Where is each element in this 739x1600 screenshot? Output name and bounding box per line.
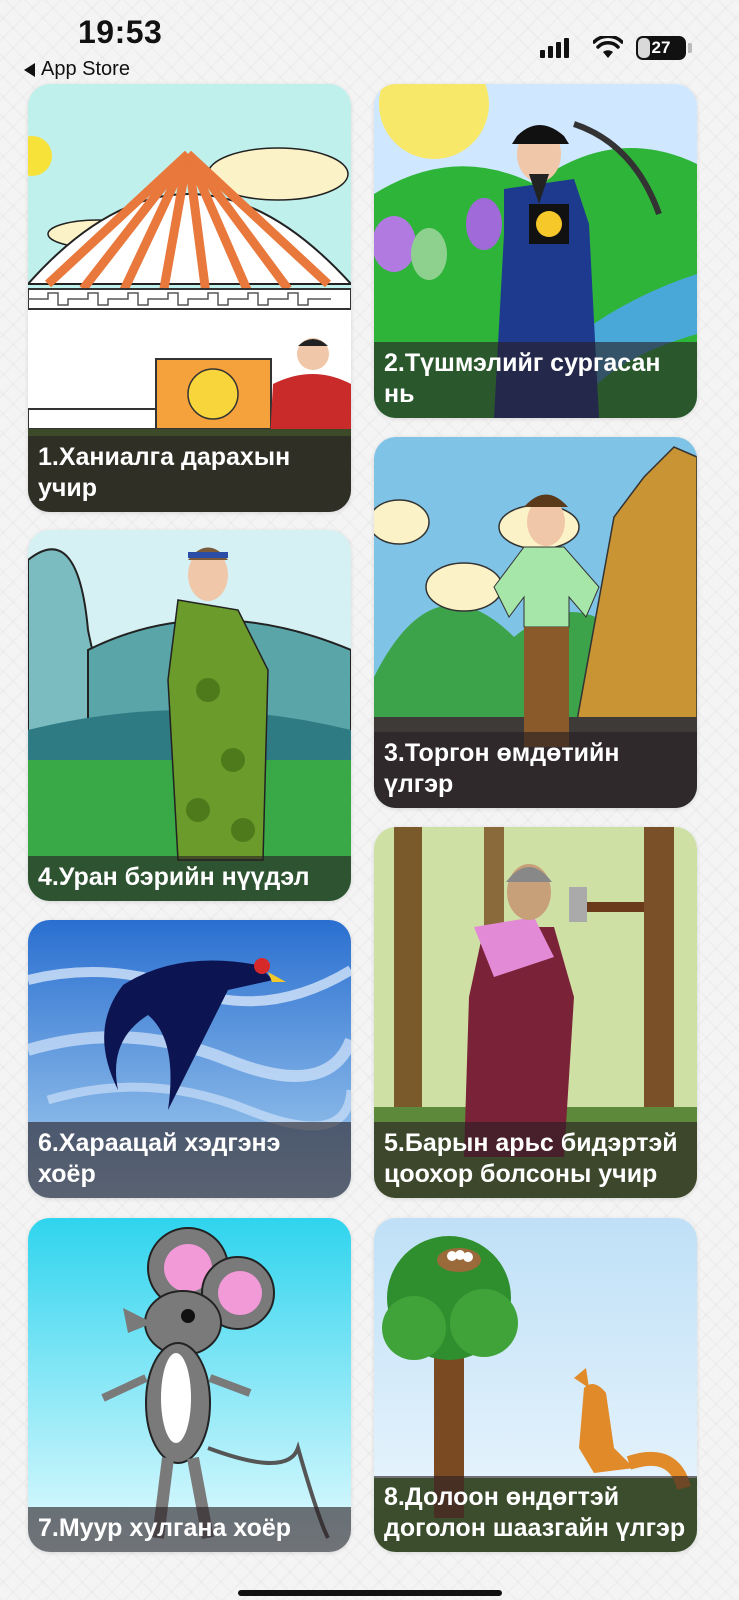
story-title-3: 3.Торгон өмдөтийн үлгэр xyxy=(384,739,620,798)
story-title-6: 6.Хараацай хэдгэнэ хоёр xyxy=(38,1129,281,1188)
back-to-app-store-link[interactable]: App Store xyxy=(24,58,130,81)
story-title-caption: 1.Ханиалга дарахын учир xyxy=(28,436,351,512)
story-card-1[interactable]: 1.Ханиалга дарахын учир xyxy=(28,84,351,512)
status-bar: 19:53 App Store 27 xyxy=(0,0,739,82)
story-title-8: 8.Долоон өндөгтэй доголон шаазгайн үлгэр xyxy=(384,1483,686,1542)
wifi-icon xyxy=(593,36,623,58)
battery-percent: 27 xyxy=(651,38,671,57)
story-card-7[interactable]: 7.Муур хулгана хоёр xyxy=(28,1218,351,1552)
story-title-caption: 7.Муур хулгана хоёр xyxy=(28,1507,351,1552)
mouse-illustration xyxy=(28,1218,351,1552)
story-title-caption: 3.Торгон өмдөтийн үлгэр xyxy=(374,732,697,808)
story-card-8[interactable]: 8.Долоон өндөгтэй доголон шаазгайн үлгэр xyxy=(374,1218,697,1552)
story-card-4[interactable]: 4.Уран бэрийн нүүдэл xyxy=(28,530,351,901)
story-title-caption: 8.Долоон өндөгтэй доголон шаазгайн үлгэр xyxy=(374,1476,697,1552)
story-title-7: 7.Муур хулгана хоёр xyxy=(38,1514,292,1542)
story-card-5[interactable]: 5.Барын арьс бидэртэй цоохор болсоны учи… xyxy=(374,827,697,1198)
battery-cap xyxy=(688,43,692,53)
cellular-signal-icon xyxy=(540,38,569,58)
woman-deel-illustration xyxy=(28,530,351,901)
story-title-caption: 4.Уран бэрийн нүүдэл xyxy=(28,856,351,901)
back-arrow-icon xyxy=(24,62,35,77)
story-title-caption: 5.Барын арьс бидэртэй цоохор болсоны учи… xyxy=(374,1122,697,1198)
story-title-2: 2.Түшмэлийг сургасан нь xyxy=(384,349,661,408)
story-title-caption: 2.Түшмэлийг сургасан нь xyxy=(374,342,697,418)
status-time: 19:53 xyxy=(78,14,163,50)
story-card-3[interactable]: 3.Торгон өмдөтийн үлгэр xyxy=(374,437,697,808)
story-title-5: 5.Барын арьс бидэртэй цоохор болсоны учи… xyxy=(384,1129,678,1188)
story-title-1: 1.Ханиалга дарахын учир xyxy=(38,443,291,502)
story-card-6[interactable]: 6.Хараацай хэдгэнэ хоёр xyxy=(28,920,351,1198)
story-title-4: 4.Уран бэрийн нүүдэл xyxy=(38,863,310,891)
battery-icon: 27 xyxy=(636,36,686,60)
back-link-label: App Store xyxy=(41,58,130,80)
story-title-caption: 6.Хараацай хэдгэнэ хоёр xyxy=(28,1122,351,1198)
story-card-2[interactable]: 2.Түшмэлийг сургасан нь xyxy=(374,84,697,418)
home-indicator[interactable] xyxy=(238,1590,502,1596)
